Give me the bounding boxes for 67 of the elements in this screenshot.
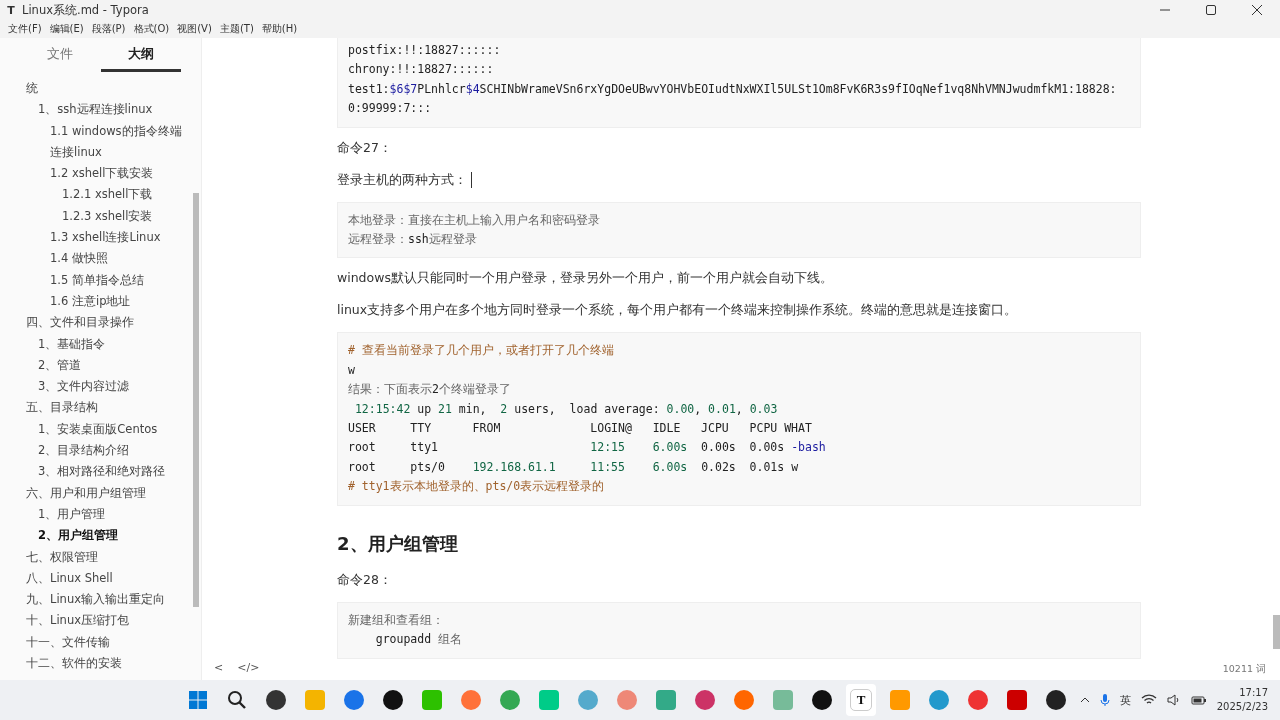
wifi-icon[interactable] [1140,694,1157,706]
paragraph: 命令27： [337,139,392,155]
app-logo-icon: T [4,3,18,17]
collapse-button[interactable]: < [214,661,224,674]
code-block: # 查看当前登录了几个用户，或者打开了几个终端 w 结果：下面表示2个终端登录了 12:15:42 up 21 min, 2 users, load average: 0.00, 0.01, 0.03 USER TTY FROM LOGIN@ IDLE JCPU PCPU WHAT root tty1 12:15 6.00s 0.00s 0.00s -bash root pts/0 192.168.61.1 11:55 6.00s 0.02s 0.01s w # tty1表示本地登录的、pts/0表示远程登录的 [337,332,1141,506]
outline-item[interactable]: 1.2.3 xshell安装 [0,205,201,228]
app-icon[interactable] [1046,690,1066,710]
sidebar-tab[interactable]: 大纲 [100,40,181,72]
menu-item[interactable]: 文件(F) [4,22,46,36]
menu-item[interactable]: 编辑(E) [45,22,88,36]
app-icon[interactable] [812,690,832,710]
outline-item[interactable]: 七、权限管理 [0,546,201,568]
outline-item[interactable]: 1、安装桌面版Centos [0,418,201,441]
speaker-icon[interactable] [1166,694,1181,706]
menu-item[interactable]: 帮助(H) [257,22,302,36]
outline-item[interactable]: 1.2 xshell下载安装 [0,163,201,185]
code-block: postfix:!!:18827:::::: chrony:!!:18827:::::: test1:$6$7PLnhlcr$4SCHINbWrameVSn6rxYgDOeUBwvYOHVbEOIudtNxWXIl5ULSt1Om8FvK6R3s9fIOqNef1vq8NhVMNJwudmfkM1:18828:0:99999:7::: [337,38,1141,128]
code-block: 新建组和查看组： groupadd 组名 [337,601,1141,659]
code-block: 本地登录：直接在主机上输入用户名和密码登录 远程登录：ssh远程登录 [337,201,1141,259]
outline-item[interactable]: 3、相对路径和绝对路径 [0,461,201,483]
paragraph: linux支持多个用户在多个地方同时登录一个系统，每个用户都有一个终端来控制操作系统。终端的意思就是连接窗口。 [337,302,1018,318]
paragraph: 命令28： [337,571,392,587]
outline-item[interactable]: 十、Linux压缩打包 [0,610,201,632]
outline-item[interactable]: 1、ssh远程连接linux [0,99,201,121]
source-mode-button[interactable]: </> [237,661,260,674]
window-title: Linux系统.md - Typora [22,2,150,18]
four-squares-icon[interactable] [188,690,208,710]
outline-item[interactable]: 四、文件和目录操作 [0,312,201,334]
outline-item[interactable]: 1、用户管理 [0,503,201,526]
outline-item[interactable]: 1.6 注意ip地址 [0,290,201,313]
paragraph: windows默认只能同时一个用户登录，登录另外一个用户，前一个用户就会自动下线。 [337,270,833,286]
outline-item[interactable]: 六、用户和用户组管理 [0,482,201,504]
menu-item[interactable]: 视图(V) [173,22,216,36]
sidebar-tab[interactable]: 文件 [20,40,101,72]
section-heading: 2、用户组管理 [337,531,459,556]
outline-item[interactable]: 1.4 做快照 [0,248,201,270]
menu-item[interactable]: 段落(P) [87,22,130,36]
scrollbar[interactable] [1273,615,1280,649]
outline-item[interactable]: 2、用户组管理 [0,525,201,547]
outline-item[interactable]: 1.1 windows的指令终端连接linux [0,120,201,164]
outline-item[interactable]: 1.5 简单指令总结 [0,269,201,291]
outline-item[interactable]: 统 [0,78,201,100]
menu-item[interactable]: 格式(O) [129,22,174,36]
battery-icon[interactable] [1190,694,1207,706]
chevron-up-icon[interactable] [1079,695,1090,705]
outline-item[interactable]: 十一、文件传输 [0,631,201,653]
outline-item[interactable]: 2、管道 [0,354,201,377]
outline-item[interactable]: 1.3 xshell连接Linux [0,227,201,249]
word-count: 10211 词 [1222,663,1266,676]
outline-item[interactable]: 九、Linux输入输出重定向 [0,589,201,611]
outline-item[interactable]: 五、目录结构 [0,397,201,419]
menu-item[interactable]: 主题(T) [215,22,258,36]
microphone-icon[interactable] [1099,693,1110,707]
input-method-indicator[interactable]: 英 [1119,692,1131,708]
outline-item[interactable]: 1、基础指令 [0,333,201,355]
app-icon[interactable] [266,690,286,710]
outline-item[interactable]: 1.2.1 xshell下载 [0,184,201,206]
outline-item[interactable]: 2、目录结构介绍 [0,440,201,462]
clock-date[interactable]: 2025/2/23 [1216,700,1268,714]
outline-item[interactable]: 3、文件内容过滤 [0,376,201,398]
outline-item[interactable]: 十二、软件的安装 [0,653,201,675]
outline-item[interactable]: 八、Linux Shell [0,567,201,590]
paragraph: 登录主机的两种方式： [337,171,467,187]
scrollbar[interactable] [193,193,199,607]
clock-time[interactable]: 17:17 [1239,686,1268,700]
app-icon[interactable] [383,690,403,710]
search-icon[interactable] [227,690,247,710]
